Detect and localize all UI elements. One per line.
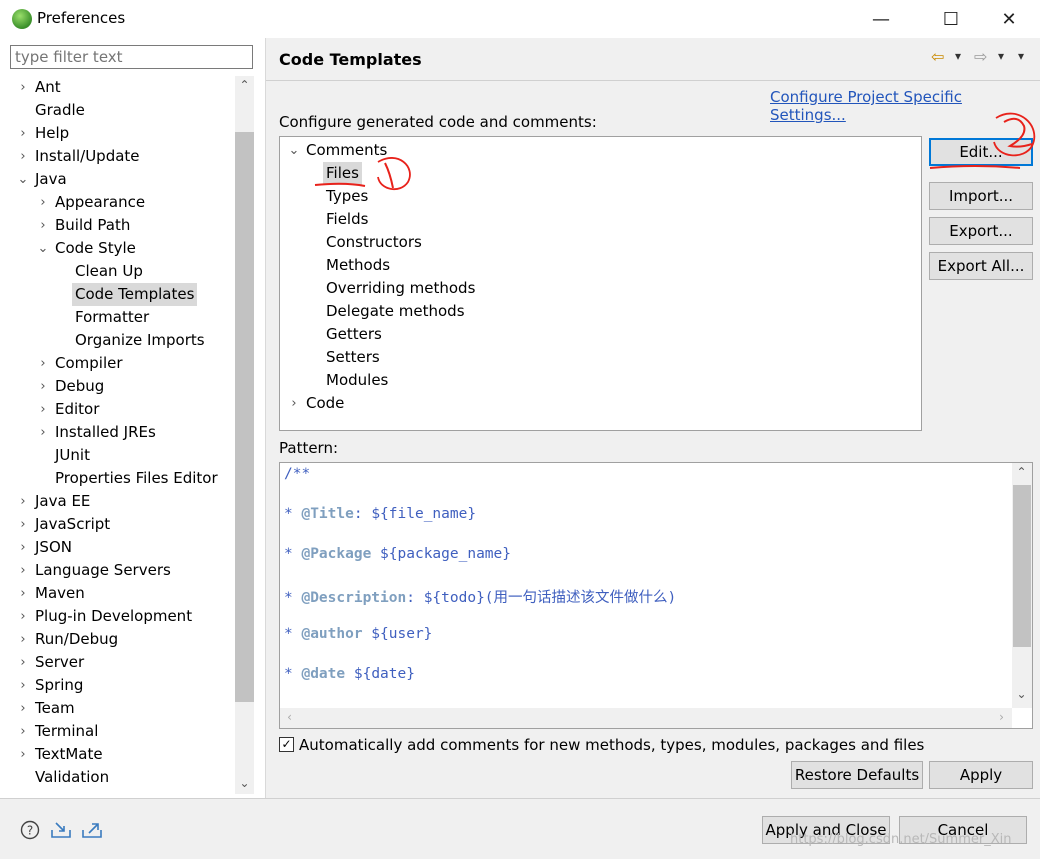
annotation-1-circle [377, 157, 411, 191]
annotation-1-stroke [384, 162, 394, 189]
annotation-layer [314, 112, 1036, 191]
annotation-2-stroke [1003, 117, 1033, 148]
underline-files-mark [314, 182, 366, 187]
annotation-2-circle [993, 112, 1036, 157]
underline-edit-mark [929, 165, 1021, 169]
